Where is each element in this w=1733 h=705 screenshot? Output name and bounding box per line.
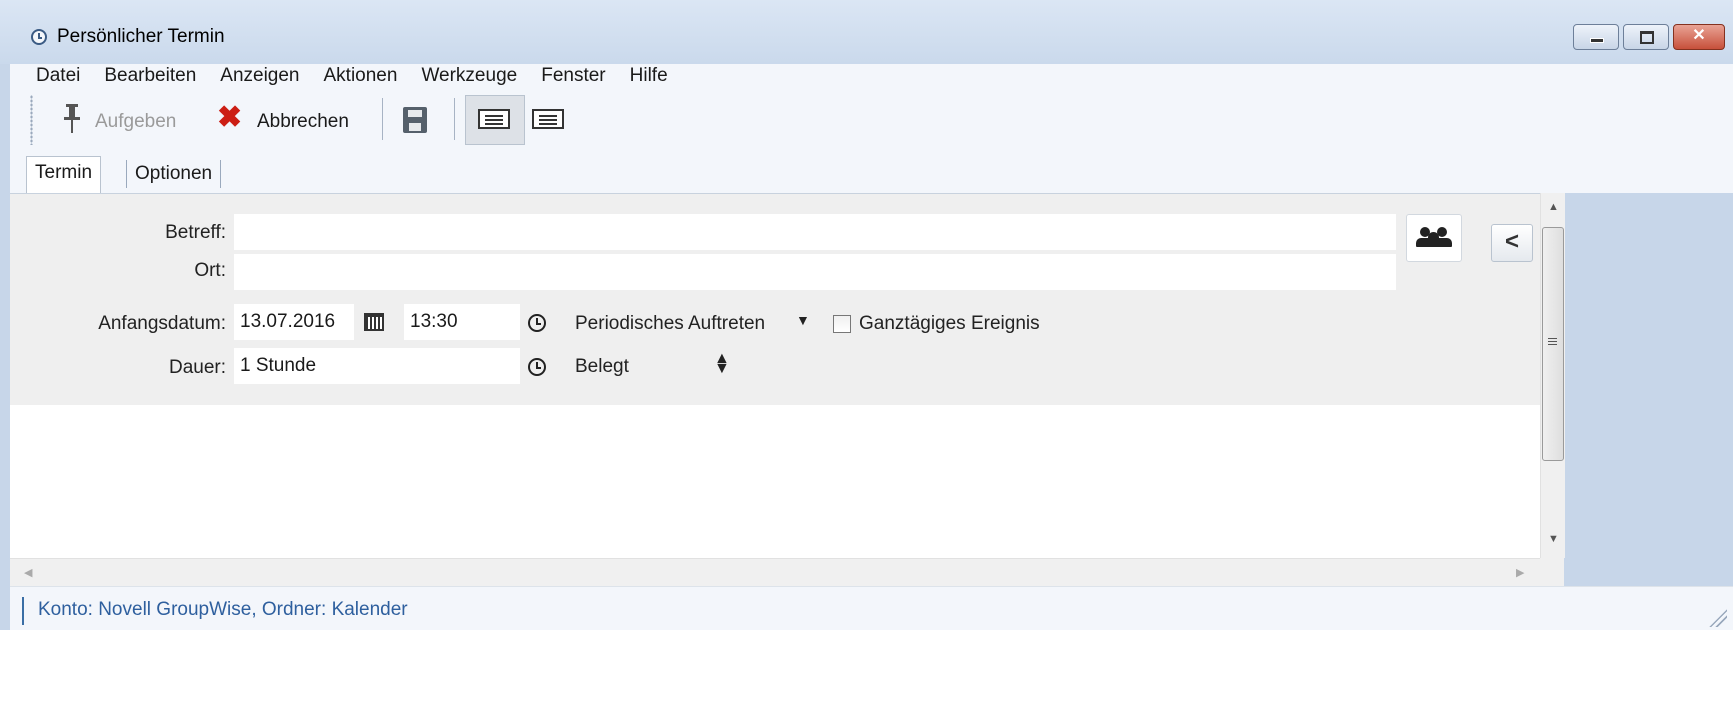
status-bar: Konto: Novell GroupWise, Ordner: Kalende…	[10, 586, 1733, 631]
scroll-up-icon[interactable]: ▲	[1548, 201, 1559, 213]
minimize-button[interactable]	[1573, 24, 1619, 50]
bottom-margin	[0, 630, 1733, 705]
view-form-icon	[478, 109, 510, 129]
subject-label: Betreff:	[165, 222, 226, 243]
pin-icon	[64, 104, 80, 133]
toolbar-separator	[454, 98, 455, 140]
duration-label: Dauer:	[168, 357, 226, 378]
menu-hilfe[interactable]: Hilfe	[630, 65, 668, 87]
scroll-left-icon[interactable]: ◀	[24, 566, 32, 579]
address-book-button[interactable]	[1406, 214, 1462, 262]
checkbox-box	[833, 315, 851, 333]
start-date-input[interactable]: 13.07.2016	[234, 304, 354, 340]
menu-bar: Datei Bearbeiten Anzeigen Aktionen Werkz…	[10, 64, 1733, 88]
menu-anzeigen[interactable]: Anzeigen	[220, 65, 299, 87]
show-as-value: Belegt	[575, 356, 629, 377]
clock-icon[interactable]	[528, 358, 546, 376]
duration-input[interactable]: 1 Stunde	[234, 348, 520, 384]
window-title: Persönlicher Termin	[57, 26, 225, 47]
menu-fenster[interactable]: Fenster	[541, 65, 605, 87]
location-input[interactable]	[234, 254, 1396, 290]
window-controls: ✕	[1569, 24, 1725, 50]
collapse-panel-button[interactable]: <	[1491, 224, 1533, 262]
appointment-form: Betreff: Ort: Anfangsdatum: 13.07.2016 1…	[10, 194, 1540, 405]
menu-werkzeuge[interactable]: Werkzeuge	[421, 65, 517, 87]
vertical-scrollbar[interactable]: ▲ ▼	[1540, 193, 1565, 558]
chevron-down-icon: ▼	[796, 312, 810, 328]
clock-app-icon	[31, 29, 47, 45]
view-text-icon[interactable]	[532, 109, 564, 129]
tab-termin[interactable]: Termin	[26, 156, 102, 194]
view-form-button[interactable]	[465, 95, 525, 145]
status-separator	[22, 597, 24, 625]
window-frame: Persönlicher Termin ✕ Datei Bearbeiten A…	[0, 0, 1733, 705]
location-label: Ort:	[194, 260, 226, 281]
toolbar-grip[interactable]	[30, 95, 33, 145]
status-text: Konto: Novell GroupWise, Ordner: Kalende…	[38, 599, 408, 620]
tab-optionen[interactable]: Optionen	[126, 160, 222, 188]
minimize-icon	[1590, 38, 1604, 43]
toolbar: Aufgeben ✖ Abbrechen	[10, 88, 1733, 150]
close-icon: ✕	[1692, 27, 1706, 44]
cancel-button-label: Abbrechen	[257, 111, 349, 132]
maximize-icon	[1640, 31, 1654, 44]
menu-aktionen[interactable]: Aktionen	[324, 65, 398, 87]
appointment-content: Betreff: Ort: Anfangsdatum: 13.07.2016 1…	[10, 193, 1540, 559]
scroll-down-icon[interactable]: ▼	[1548, 533, 1559, 545]
horizontal-scrollbar[interactable]: ◀ ▶	[10, 558, 1540, 587]
updown-arrows-icon: ▲ ▼	[714, 350, 730, 377]
subject-input[interactable]	[234, 214, 1396, 250]
save-disk-icon[interactable]	[403, 107, 427, 133]
scroll-corner	[1540, 558, 1564, 586]
calendar-icon[interactable]	[364, 313, 384, 331]
cancel-x-icon: ✖	[217, 101, 243, 134]
clock-icon[interactable]	[528, 314, 546, 332]
scroll-right-icon[interactable]: ▶	[1516, 566, 1524, 579]
scroll-thumb[interactable]	[1542, 227, 1564, 461]
maximize-button[interactable]	[1623, 24, 1669, 50]
title-bar[interactable]: Persönlicher Termin ✕	[0, 0, 1733, 64]
close-button[interactable]: ✕	[1673, 24, 1725, 50]
allday-label: Ganztägiges Ereignis	[859, 313, 1040, 334]
tab-strip: Termin Optionen	[10, 150, 1733, 194]
menu-datei[interactable]: Datei	[36, 65, 80, 87]
post-button-label: Aufgeben	[95, 111, 177, 132]
toolbar-separator	[382, 98, 383, 140]
resize-grip-icon[interactable]	[1709, 609, 1727, 627]
menu-bearbeiten[interactable]: Bearbeiten	[104, 65, 196, 87]
start-date-label: Anfangsdatum:	[98, 313, 226, 334]
start-time-input[interactable]: 13:30	[404, 304, 520, 340]
recurrence-label: Periodisches Auftreten	[575, 313, 766, 334]
